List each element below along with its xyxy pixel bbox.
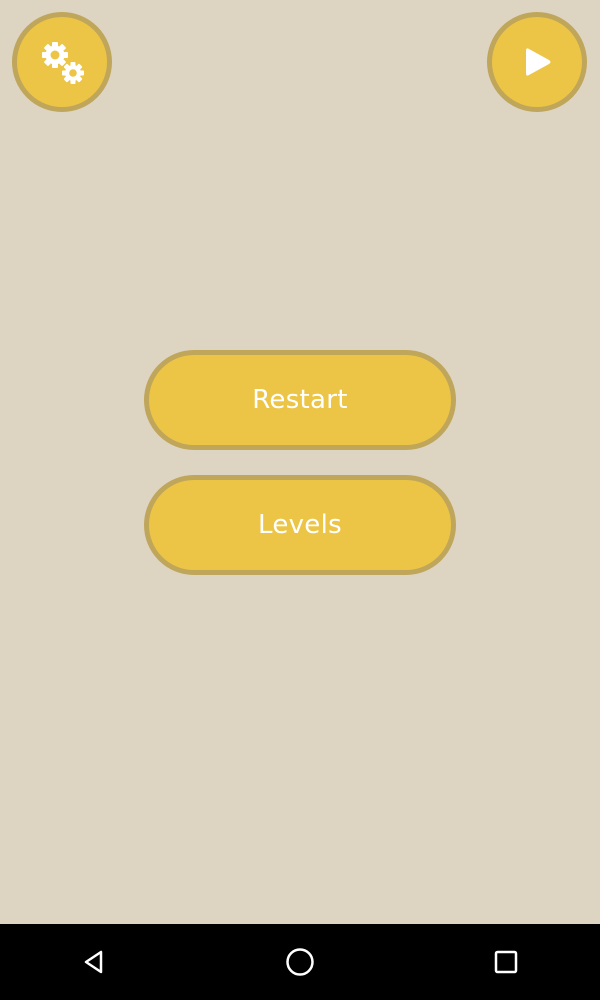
levels-label: Levels [258,510,342,540]
back-button[interactable] [74,942,114,982]
play-icon [526,48,551,76]
restart-button[interactable]: Restart [144,350,456,450]
game-menu-screen: Restart Levels [0,0,600,924]
play-button[interactable] [487,12,587,112]
levels-button[interactable]: Levels [144,475,456,575]
system-navigation-bar [0,924,600,1000]
home-button[interactable] [280,942,320,982]
recents-button[interactable] [486,942,526,982]
back-triangle-icon [84,950,103,974]
settings-button[interactable] [12,12,112,112]
gears-icon [42,42,84,84]
restart-label: Restart [252,385,348,415]
recents-square-icon [494,950,518,974]
home-circle-icon [286,948,314,976]
